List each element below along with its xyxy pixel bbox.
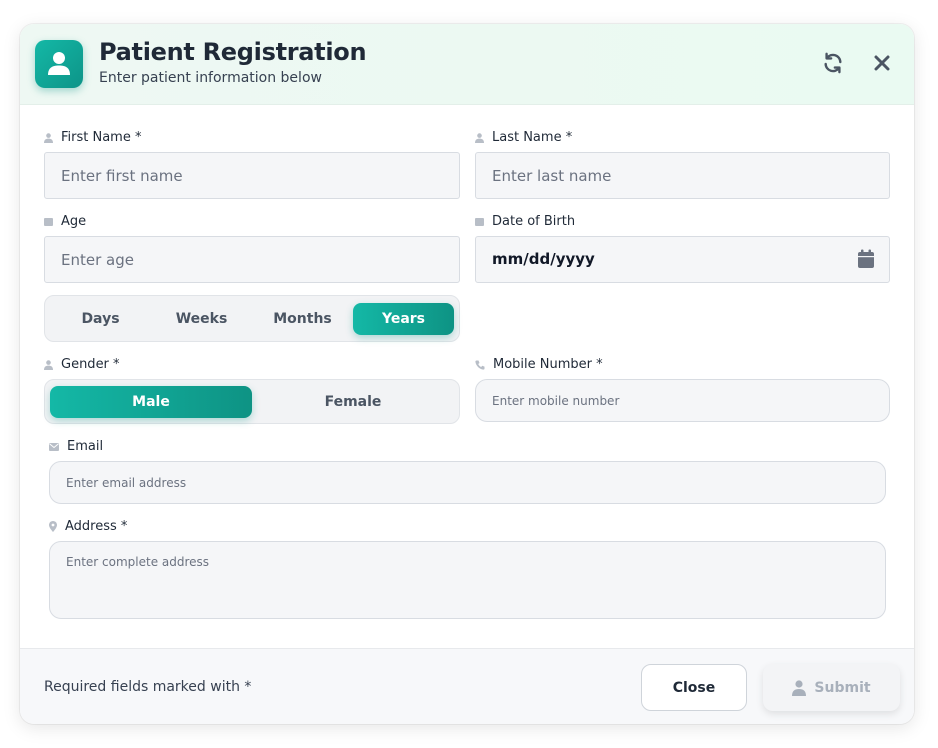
user-icon <box>44 359 53 370</box>
calendar-icon[interactable] <box>857 249 875 269</box>
dob-label-text: Date of Birth <box>492 214 576 229</box>
mobile-label: Mobile Number * <box>475 357 603 372</box>
gender-label: Gender * <box>44 357 120 372</box>
phone-icon <box>475 360 485 370</box>
avatar <box>35 40 83 88</box>
last-name-input[interactable] <box>475 152 890 199</box>
email-label-text: Email <box>67 439 104 454</box>
modal-header: Patient Registration Enter patient infor… <box>20 24 914 105</box>
last-name-label-text: Last Name * <box>492 130 573 145</box>
age-unit-days[interactable]: Days <box>50 303 151 335</box>
email-input[interactable] <box>49 461 886 504</box>
dob-label: Date of Birth <box>475 214 575 229</box>
first-name-input[interactable] <box>44 152 460 199</box>
age-unit-years[interactable]: Years <box>353 302 454 335</box>
location-pin-icon <box>49 521 57 532</box>
age-input[interactable] <box>44 236 460 283</box>
page-title: Patient Registration <box>99 38 367 66</box>
address-label-text: Address * <box>65 519 128 534</box>
gender-label-text: Gender * <box>61 357 120 372</box>
modal-footer: Required fields marked with * Close Subm… <box>20 648 914 724</box>
close-icon <box>874 55 890 71</box>
mobile-input[interactable] <box>475 379 890 422</box>
calendar-icon <box>475 218 484 226</box>
address-textarea[interactable] <box>49 541 886 619</box>
required-note: Required fields marked with * <box>44 679 252 695</box>
age-unit-months[interactable]: Months <box>252 303 353 335</box>
gender-male[interactable]: Male <box>50 385 252 418</box>
gender-selector: Male Female <box>44 379 460 424</box>
submit-label: Submit <box>814 679 871 696</box>
user-icon <box>475 132 484 143</box>
mail-icon <box>49 442 59 451</box>
first-name-label-text: First Name * <box>61 130 142 145</box>
user-icon <box>48 52 70 75</box>
age-unit-weeks[interactable]: Weeks <box>151 303 252 335</box>
age-label: Age <box>44 214 86 229</box>
address-label: Address * <box>49 519 127 534</box>
submit-button[interactable]: Submit <box>763 664 900 711</box>
registration-modal: Patient Registration Enter patient infor… <box>20 24 914 724</box>
user-icon <box>792 679 807 696</box>
calendar-icon <box>44 218 53 226</box>
refresh-icon <box>824 52 842 74</box>
refresh-button[interactable] <box>819 49 847 77</box>
email-label: Email <box>49 439 103 454</box>
close-button[interactable]: Close <box>641 664 747 711</box>
user-icon <box>44 132 53 143</box>
last-name-label: Last Name * <box>475 130 572 145</box>
dob-value: mm/dd/yyyy <box>492 250 595 268</box>
mobile-label-text: Mobile Number * <box>493 357 603 372</box>
first-name-label: First Name * <box>44 130 141 145</box>
close-dialog-button[interactable] <box>868 49 896 77</box>
dob-input[interactable]: mm/dd/yyyy <box>475 236 890 283</box>
gender-female[interactable]: Female <box>252 386 454 418</box>
age-unit-selector: Days Weeks Months Years <box>44 295 460 342</box>
age-label-text: Age <box>61 214 87 229</box>
page-subtitle: Enter patient information below <box>99 70 322 86</box>
